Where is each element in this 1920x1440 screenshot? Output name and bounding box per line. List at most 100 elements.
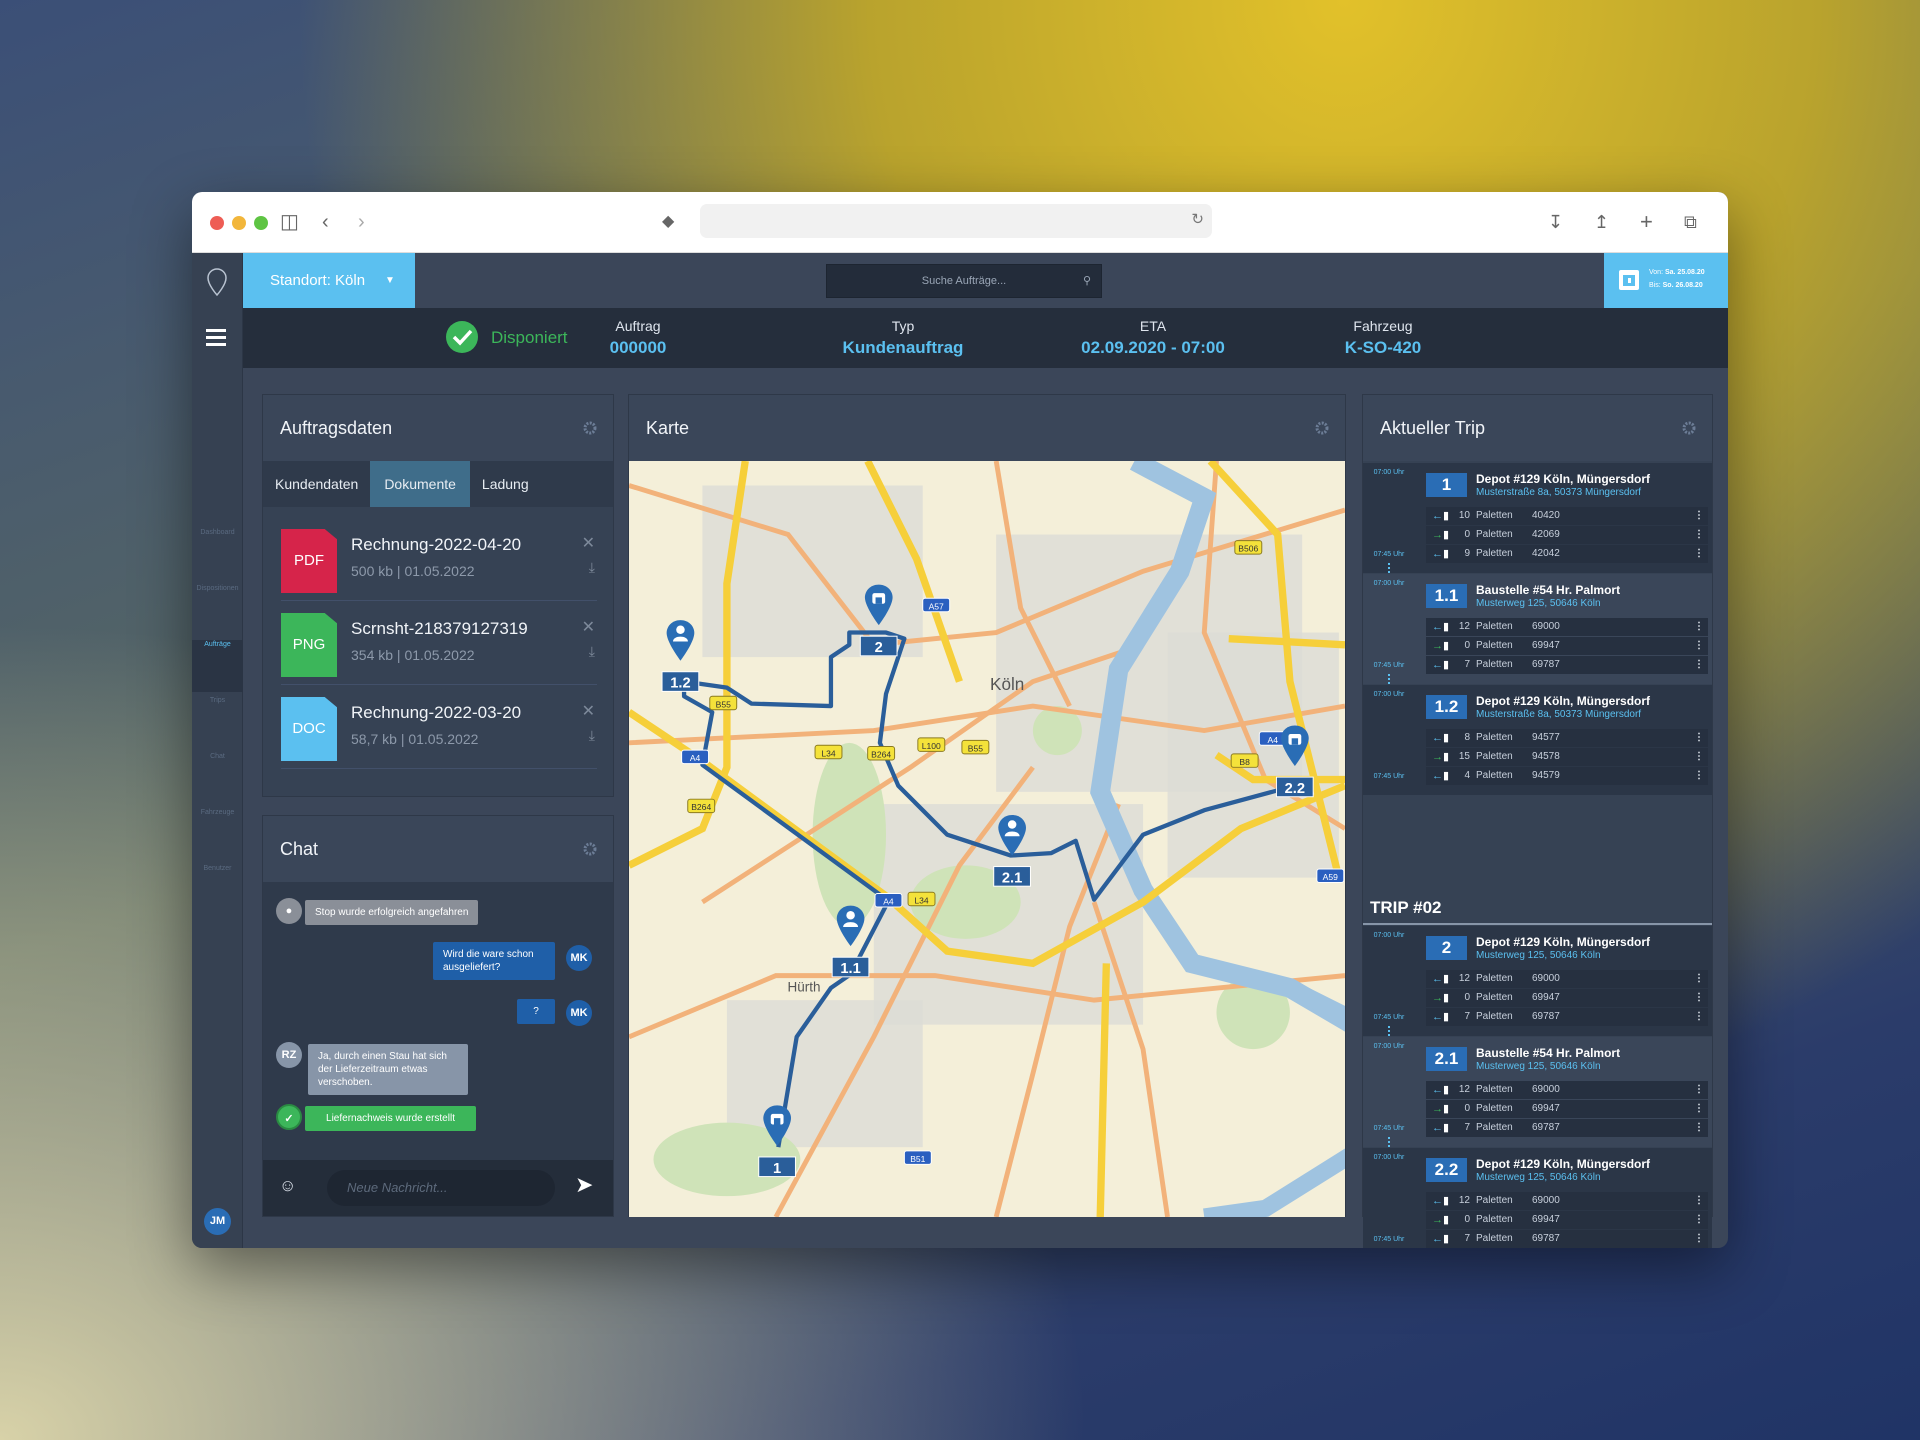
reload-icon[interactable]: ↻ — [1191, 210, 1204, 228]
end-time: 07:45 Uhr — [1373, 551, 1405, 558]
search-input[interactable]: Suche Aufträge... ⚲ — [826, 264, 1102, 298]
kebab-menu-icon[interactable]: ⋮ — [1694, 637, 1704, 655]
pallet-unit: Paletten — [1476, 510, 1513, 521]
back-icon[interactable]: ‹ — [322, 210, 329, 234]
map[interactable]: A57 B506 B55 L34 B264 L100 B55 A4 B264 A4 L34 B8 A4 A… — [629, 461, 1345, 1217]
trip-panel: Aktueller Trip 07:00 Uhr 07:45 Uhr 1 Depot … — [1362, 394, 1713, 1248]
kebab-menu-icon[interactable]: ⋮ — [1694, 748, 1704, 766]
date-from-label: Von: — [1649, 269, 1664, 276]
field-value: Kundenauftrag — [842, 338, 964, 357]
remove-icon[interactable]: ✕ — [582, 617, 595, 637]
tab-dokumente[interactable]: Dokumente — [370, 461, 470, 507]
trip-stop[interactable]: 07:00 Uhr 07:45 Uhr 2 Depot #129 Köln, Müng… — [1363, 926, 1712, 1040]
order-status-bar: Disponiert Auftrag 000000 Typ Kundenauftra… — [243, 308, 1728, 368]
emoji-icon[interactable]: ☺ — [279, 1176, 296, 1196]
load-arrow-icon: →▮ — [1432, 640, 1450, 652]
pallet-unit: Paletten — [1476, 548, 1513, 559]
pallet-id: 94579 — [1532, 770, 1560, 781]
forward-icon[interactable]: › — [358, 210, 365, 234]
tab-bar: Kundendaten Dokumente Ladung — [263, 461, 613, 507]
pallet-count: 0 — [1464, 529, 1470, 540]
user-avatar[interactable]: JM — [204, 1208, 231, 1235]
pallet-count: 0 — [1464, 1214, 1470, 1225]
address-bar[interactable]: ↻ — [700, 204, 1212, 238]
search-placeholder: Suche Aufträge... — [921, 275, 1007, 287]
sidebar-item-aufträge[interactable]: Aufträge — [192, 640, 243, 692]
location-dropdown[interactable]: Standort: Köln ▼ — [243, 253, 415, 308]
sidebar-item-chat[interactable]: Chat — [192, 752, 243, 804]
kebab-menu-icon[interactable]: ⋮ — [1694, 1192, 1704, 1210]
remove-icon[interactable]: ✕ — [582, 701, 595, 721]
sidebar-icon[interactable]: ◫ — [280, 210, 299, 234]
pallet-id: 69000 — [1532, 621, 1560, 632]
doc-file-icon: DOC — [281, 697, 337, 761]
location-label: Standort: Köln — [270, 272, 366, 289]
pallet-unit: Paletten — [1476, 751, 1513, 762]
pallet-unit: Paletten — [1476, 621, 1513, 632]
kebab-menu-icon[interactable]: ⋮ — [1694, 1081, 1704, 1099]
pallet-row: ←▮ 12 Paletten 69000 ⋮ — [1426, 970, 1708, 988]
tab-kundendaten[interactable]: Kundendaten — [263, 461, 370, 507]
kebab-menu-icon[interactable]: ⋮ — [1694, 1008, 1704, 1026]
tabs-icon[interactable]: ⧉ — [1684, 210, 1697, 234]
pallet-id: 69787 — [1532, 1011, 1560, 1022]
sidebar-item-dispositionen[interactable]: Dispositionen — [192, 584, 243, 636]
pallet-count: 10 — [1458, 510, 1470, 521]
minimize-window-button[interactable] — [232, 216, 246, 230]
download-icon[interactable]: ⤓ — [589, 643, 595, 660]
trip-stop[interactable]: 07:00 Uhr 07:45 Uhr 2.1 Baustelle #54 Hr. P… — [1363, 1037, 1712, 1151]
unload-arrow-icon: ←▮ — [1432, 1011, 1450, 1023]
chat-message-input[interactable]: Neue Nachricht... — [327, 1170, 555, 1206]
stop-number-badge: 2 — [1426, 936, 1467, 960]
close-window-button[interactable] — [210, 216, 224, 230]
sidebar-item-benutzer[interactable]: Benutzer — [192, 864, 243, 916]
kebab-menu-icon[interactable]: ⋮ — [1694, 656, 1704, 674]
gear-icon[interactable] — [1682, 421, 1696, 435]
trip-stop[interactable]: 07:00 Uhr 07:45 Uhr 2.2 Depot #129 Köln, Mü… — [1363, 1148, 1712, 1248]
kebab-menu-icon[interactable]: ⋮ — [1694, 545, 1704, 563]
kebab-menu-icon[interactable]: ⋮ — [1694, 1211, 1704, 1229]
kebab-menu-icon[interactable]: ⋮ — [1694, 970, 1704, 988]
share-icon[interactable]: ↥ — [1594, 210, 1609, 234]
city-label: Köln — [990, 674, 1024, 694]
sidebar-item-dashboard[interactable]: Dashboard — [192, 528, 243, 580]
send-icon[interactable]: ➤ — [575, 1172, 593, 1198]
kebab-menu-icon[interactable]: ⋮ — [1694, 507, 1704, 525]
tab-ladung[interactable]: Ladung — [470, 461, 541, 507]
download-icon[interactable]: ⤓ — [589, 727, 595, 744]
sidebar-item-trips[interactable]: Trips — [192, 696, 243, 748]
gear-icon[interactable] — [1315, 421, 1329, 435]
kebab-menu-icon[interactable]: ⋮ — [1694, 526, 1704, 544]
hamburger-menu-icon[interactable] — [206, 329, 226, 346]
trip-stop[interactable]: 07:00 Uhr 07:45 Uhr 1.2 Depot #129 Köln, Mü… — [1363, 685, 1712, 795]
document-item[interactable]: DOC Rechnung-2022-03-20 58,7 kb | 01.05.20… — [281, 685, 597, 769]
gear-icon[interactable] — [583, 421, 597, 435]
pallet-unit: Paletten — [1476, 1233, 1513, 1244]
kebab-menu-icon[interactable]: ⋮ — [1694, 989, 1704, 1007]
kebab-menu-icon[interactable]: ⋮ — [1694, 618, 1704, 636]
download-icon[interactable]: ↧ — [1548, 210, 1563, 234]
document-item[interactable]: PNG Scrnsht-218379127319 354 kb | 01.05.20… — [281, 601, 597, 685]
download-icon[interactable]: ⤓ — [589, 559, 595, 576]
document-item[interactable]: PDF Rechnung-2022-04-20 500 kb | 01.05.202… — [281, 517, 597, 601]
kebab-menu-icon[interactable]: ⋮ — [1694, 1119, 1704, 1137]
gear-icon[interactable] — [583, 842, 597, 856]
sidebar-item-fahrzeuge[interactable]: Fahrzeuge — [192, 808, 243, 860]
success-message: Liefernachweis wurde erstellt — [305, 1106, 476, 1131]
stop-number-badge: 1.2 — [1426, 695, 1467, 719]
plus-icon[interactable]: + — [1640, 210, 1653, 234]
date-range-button[interactable]: Von: Sa. 25.08.20 Bis: So. 26.08.20 — [1604, 253, 1728, 308]
maximize-window-button[interactable] — [254, 216, 268, 230]
pallet-count: 0 — [1464, 992, 1470, 1003]
stop-address: Musterweg 125, 50646 Köln — [1476, 1061, 1601, 1072]
kebab-menu-icon[interactable]: ⋮ — [1694, 729, 1704, 747]
stop-address: Musterweg 125, 50646 Köln — [1476, 1172, 1601, 1183]
kebab-menu-icon[interactable]: ⋮ — [1694, 1230, 1704, 1248]
marker-label: 2.2 — [1285, 781, 1305, 797]
kebab-menu-icon[interactable]: ⋮ — [1694, 767, 1704, 785]
kebab-menu-icon[interactable]: ⋮ — [1694, 1100, 1704, 1118]
trip-stop[interactable]: 07:00 Uhr 07:45 Uhr 1.1 Baustelle #54 Hr. P… — [1363, 574, 1712, 688]
png-file-icon: PNG — [281, 613, 337, 677]
remove-icon[interactable]: ✕ — [582, 533, 595, 553]
trip-stop[interactable]: 07:00 Uhr 07:45 Uhr 1 Depot #129 Köln, Müng… — [1363, 463, 1712, 577]
